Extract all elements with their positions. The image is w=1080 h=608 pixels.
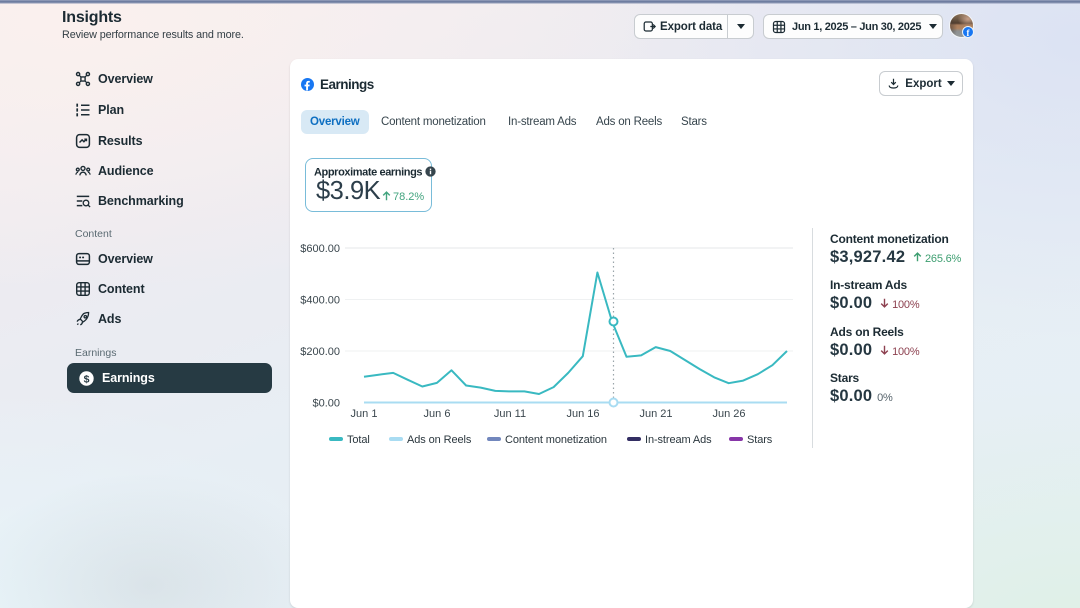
svg-text:$400.00: $400.00 bbox=[300, 295, 340, 307]
svg-text:Jun 16: Jun 16 bbox=[566, 408, 599, 420]
svg-text:$: $ bbox=[84, 373, 90, 385]
svg-text:$600.00: $600.00 bbox=[300, 243, 340, 255]
svg-text:Jun 1: Jun 1 bbox=[351, 408, 378, 420]
svg-text:Jun 6: Jun 6 bbox=[424, 408, 451, 420]
svg-text:Jun 11: Jun 11 bbox=[494, 408, 526, 420]
svg-text:$0.00: $0.00 bbox=[312, 398, 340, 410]
svg-text:$200.00: $200.00 bbox=[300, 346, 340, 358]
svg-text:Jun 26: Jun 26 bbox=[712, 408, 745, 420]
svg-text:Jun 21: Jun 21 bbox=[639, 408, 672, 420]
